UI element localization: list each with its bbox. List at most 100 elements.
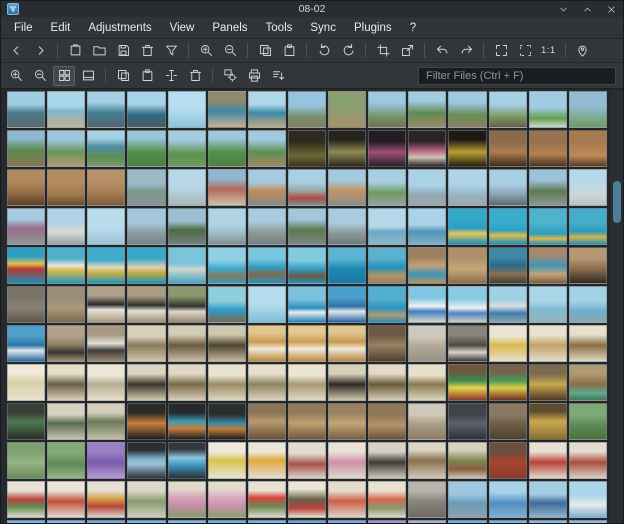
thumbnail[interactable] (248, 442, 286, 479)
thumbnail[interactable] (448, 364, 486, 401)
sort-button[interactable] (267, 66, 289, 86)
thumbnail[interactable] (368, 403, 406, 440)
thumbnail[interactable] (328, 403, 366, 440)
thumbnail[interactable] (47, 286, 85, 323)
thumbnail[interactable] (288, 481, 326, 518)
thumbnail[interactable] (489, 403, 527, 440)
thumbnail[interactable] (489, 442, 527, 479)
thumbnail[interactable] (489, 520, 527, 524)
batch-process-button[interactable] (219, 66, 241, 86)
redo-button[interactable] (455, 41, 477, 61)
paste-button[interactable] (278, 41, 300, 61)
thumbnail[interactable] (248, 325, 286, 362)
thumbnail[interactable] (408, 442, 446, 479)
thumbnail[interactable] (208, 520, 246, 524)
thumbnail[interactable] (208, 286, 246, 323)
thumbnail[interactable] (328, 481, 366, 518)
save-button[interactable] (112, 41, 134, 61)
thumbnail[interactable] (127, 208, 165, 245)
thumbnail[interactable] (47, 442, 85, 479)
thumbnail[interactable] (248, 403, 286, 440)
thumbnail[interactable] (569, 442, 607, 479)
thumbnail[interactable] (529, 247, 567, 284)
close-button[interactable] (606, 4, 617, 15)
thumbnail[interactable] (368, 364, 406, 401)
thumbnail[interactable] (448, 169, 486, 206)
thumbnail[interactable] (288, 325, 326, 362)
thumbnail[interactable] (248, 247, 286, 284)
rename-button[interactable] (160, 66, 182, 86)
thumbnail[interactable] (448, 247, 486, 284)
thumbnail-preview-button[interactable] (64, 41, 86, 61)
fullscreen-button[interactable] (490, 41, 512, 61)
thumbnail[interactable] (489, 130, 527, 167)
thumbnail[interactable] (448, 286, 486, 323)
print-button[interactable] (243, 66, 265, 86)
thumbnail[interactable] (87, 91, 125, 128)
menu-sync[interactable]: Sync (301, 19, 345, 37)
thumbnail[interactable] (47, 91, 85, 128)
thumbnail[interactable] (7, 325, 45, 362)
thumbnail[interactable] (448, 325, 486, 362)
thumbnail[interactable] (7, 169, 45, 206)
copy-button[interactable] (254, 41, 276, 61)
thumbnail[interactable] (448, 520, 486, 524)
thumbnail[interactable] (127, 403, 165, 440)
menu-file[interactable]: File (5, 19, 42, 37)
thumbnail[interactable] (368, 325, 406, 362)
thumbnail[interactable] (87, 169, 125, 206)
thumbnail[interactable] (248, 520, 286, 524)
thumbnail[interactable] (569, 169, 607, 206)
thumbnail[interactable] (368, 169, 406, 206)
thumbnail[interactable] (7, 91, 45, 128)
menu-adjustments[interactable]: Adjustments (79, 19, 160, 37)
thumbnail[interactable] (569, 403, 607, 440)
thumbnail[interactable] (127, 247, 165, 284)
thumbnail[interactable] (87, 325, 125, 362)
thumbnail[interactable] (529, 520, 567, 524)
delete-file-button[interactable] (136, 41, 158, 61)
thumbnail[interactable] (208, 325, 246, 362)
thumbnail[interactable] (368, 442, 406, 479)
thumbnail[interactable] (408, 325, 446, 362)
thumbnail[interactable] (168, 130, 206, 167)
thumbnail[interactable] (208, 364, 246, 401)
preview-zoom-out-button[interactable] (29, 66, 51, 86)
thumbnail[interactable] (489, 208, 527, 245)
thumbnail[interactable] (168, 169, 206, 206)
thumbnail[interactable] (168, 325, 206, 362)
menu-view[interactable]: View (161, 19, 204, 37)
thumbnail[interactable] (7, 130, 45, 167)
thumbnail[interactable] (168, 403, 206, 440)
thumbnail[interactable] (168, 286, 206, 323)
thumbnail[interactable] (47, 520, 85, 524)
thumbnail[interactable] (47, 481, 85, 518)
maximize-button[interactable] (582, 4, 593, 15)
frameless-button[interactable] (514, 41, 536, 61)
thumbnail[interactable] (569, 247, 607, 284)
thumbnail[interactable] (87, 208, 125, 245)
thumbnail[interactable] (87, 481, 125, 518)
thumbnail[interactable] (47, 403, 85, 440)
thumbnail[interactable] (408, 130, 446, 167)
thumbnail[interactable] (408, 403, 446, 440)
thumbnail[interactable] (529, 130, 567, 167)
thumbnail[interactable] (489, 91, 527, 128)
thumbnail[interactable] (408, 247, 446, 284)
thumbnail[interactable] (368, 286, 406, 323)
minimize-button[interactable] (558, 4, 569, 15)
thumbnail[interactable] (248, 286, 286, 323)
thumbnail[interactable] (328, 208, 366, 245)
thumbnail[interactable] (569, 325, 607, 362)
thumbnail[interactable] (7, 442, 45, 479)
thumbnail[interactable] (87, 130, 125, 167)
thumbnail[interactable] (408, 208, 446, 245)
actual-size-button[interactable]: 1:1 (538, 41, 559, 61)
thumbnail[interactable] (7, 247, 45, 284)
thumbnail[interactable] (248, 91, 286, 128)
thumbnail[interactable] (248, 169, 286, 206)
thumbnail[interactable] (7, 208, 45, 245)
thumbnail[interactable] (47, 169, 85, 206)
thumbnail[interactable] (328, 520, 366, 524)
thumbnail[interactable] (569, 91, 607, 128)
